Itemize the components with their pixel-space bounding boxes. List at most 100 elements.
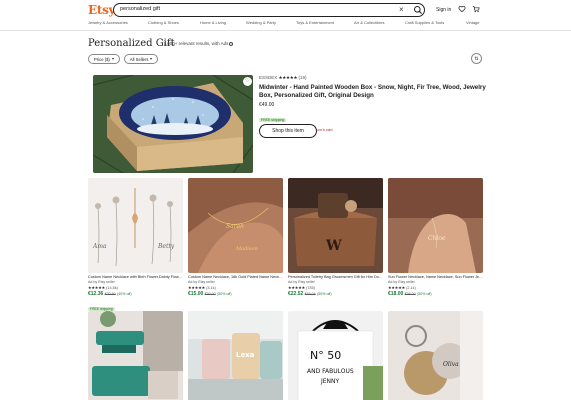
product-title[interactable]: Personalized Toiletry Bag Groomsmen Gift…: [288, 275, 383, 279]
product-price: €22.52: [288, 291, 304, 297]
product-rating: ★★★★★ (2,1k): [388, 285, 483, 290]
nav-toys[interactable]: Toys & Entertainment: [296, 20, 334, 25]
product-seller: Ad by Etsy seller: [288, 280, 315, 284]
product-price-line: €15.00 €30.00 (50% off): [188, 291, 283, 297]
svg-text:Sarah: Sarah: [226, 223, 244, 230]
svg-text:Betty: Betty: [157, 243, 175, 250]
header-divider: [0, 30, 571, 31]
etsy-logo[interactable]: Etsy: [88, 3, 116, 17]
product-discount: (50% off): [217, 292, 232, 296]
toiletry-bag-illustration: W: [288, 178, 383, 273]
nav-vintage[interactable]: Vintage: [466, 20, 480, 25]
product-image[interactable]: [88, 311, 183, 400]
mug-text: Lexa: [236, 351, 255, 359]
heat-press-illustration: [88, 311, 183, 400]
svg-text:W: W: [325, 238, 342, 254]
product-review-count: (3,1k): [206, 286, 216, 290]
shop-this-item-button[interactable]: Shop this item: [259, 124, 317, 138]
product-discount: (50% off): [317, 292, 332, 296]
product-discount: (50% off): [417, 292, 432, 296]
svg-text:Ama: Ama: [92, 243, 107, 250]
keyring-illustration: Oliva: [388, 311, 483, 400]
product-card[interactable]: Sarah Madison Custom Name Necklace, 18k …: [188, 178, 283, 297]
product-image[interactable]: Lexa: [188, 311, 283, 400]
product-title[interactable]: Custom Name Necklace, 18k Gold Plated Na…: [188, 275, 283, 279]
product-card[interactable]: Lexa: [188, 311, 283, 400]
category-nav: Jewelry & Accessories Clothing & Shoes H…: [0, 20, 571, 28]
product-image[interactable]: Sarah Madison: [188, 178, 283, 273]
filter-bar: Price ($) All Sellers: [88, 54, 159, 64]
featured-favorite-heart-icon[interactable]: ♡: [243, 77, 252, 86]
featured-review-count: (19): [298, 75, 307, 80]
signin-link[interactable]: Sign in: [436, 7, 451, 13]
nav-home-living[interactable]: Home & Living: [200, 20, 226, 25]
product-image[interactable]: N° 50 AND FABULOUS JENNY: [288, 311, 383, 400]
product-image[interactable]: Ama Betty: [88, 178, 183, 273]
nav-art[interactable]: Art & Collectibles: [354, 20, 384, 25]
sellers-filter[interactable]: All Sellers: [123, 54, 159, 64]
featured-shop-name[interactable]: ESSDEX: [259, 75, 277, 80]
results-count: (1,000+ relevant results, with Ads: [162, 41, 234, 46]
product-rating: ★★★★★ (14,5k): [88, 285, 183, 290]
wooden-box-illustration: [93, 75, 253, 173]
product-seller: Ad by Etsy seller: [88, 280, 115, 284]
cart-icon[interactable]: [472, 5, 480, 13]
product-orig-price: €30.00: [204, 292, 216, 296]
product-title[interactable]: Custom Name Necklace with Birth Flower,D…: [88, 275, 183, 279]
nav-jewelry[interactable]: Jewelry & Accessories: [88, 20, 128, 25]
product-image[interactable]: Oliva: [388, 311, 483, 400]
product-image[interactable]: W: [288, 178, 383, 273]
product-card[interactable]: W Personalized Toiletry Bag Groomsmen Gi…: [288, 178, 383, 297]
product-stars: ★★★★★: [288, 286, 306, 290]
product-card[interactable]: [88, 311, 183, 400]
product-image[interactable]: Chloe: [388, 178, 483, 273]
price-filter[interactable]: Price ($): [88, 54, 120, 64]
favorites-heart-icon[interactable]: [458, 5, 466, 13]
product-rating: ★★★★★ (3,1k): [188, 285, 283, 290]
product-price-line: €18.00 €36.00 (50% off): [388, 291, 483, 297]
product-card[interactable]: Chloe Sun Flower Necklace, Name Necklace…: [388, 178, 483, 297]
nav-clothing[interactable]: Clothing & Shoes: [148, 20, 179, 25]
product-title[interactable]: Sun Flower Necklace, Name Necklace, Sun …: [388, 275, 483, 279]
featured-image[interactable]: [93, 75, 253, 173]
nav-wedding-party[interactable]: Wedding & Party: [246, 20, 276, 25]
clear-search-icon[interactable]: ×: [399, 5, 404, 14]
product-review-count: (2,1k): [406, 286, 416, 290]
product-orig-price: €45.04: [304, 292, 316, 296]
svg-text:N° 50: N° 50: [310, 349, 341, 362]
nav-craft[interactable]: Craft Supplies & Tools: [405, 20, 444, 25]
product-rating: ★★★★★ (785): [288, 285, 383, 290]
svg-text:JENNY: JENNY: [320, 378, 340, 385]
svg-text:Madison: Madison: [235, 246, 258, 252]
product-card[interactable]: Oliva: [388, 311, 483, 400]
product-orig-price: €20.60: [104, 292, 116, 296]
gift-bag-illustration: N° 50 AND FABULOUS JENNY: [288, 311, 383, 400]
product-card[interactable]: N° 50 AND FABULOUS JENNY: [288, 311, 383, 400]
product-stars: ★★★★★: [188, 286, 206, 290]
product-seller: Ad by Etsy seller: [188, 280, 215, 284]
sort-button[interactable]: ⇅: [471, 53, 482, 64]
mugs-illustration: Lexa: [188, 311, 283, 400]
product-price-line: €22.52 €45.04 (50% off): [288, 291, 383, 297]
product-price-line: €12.36 €20.60 (40% off): [88, 291, 183, 297]
price-filter-label: Price ($): [94, 56, 110, 62]
search-icon[interactable]: [413, 5, 423, 15]
product-orig-price: €36.00: [404, 292, 416, 296]
product-price: €12.36: [88, 291, 104, 297]
info-icon[interactable]: [229, 41, 234, 46]
product-review-count: (785): [306, 286, 315, 290]
featured-shipping-badge: FREE shipping: [259, 118, 287, 122]
product-seller: Ad by Etsy seller: [388, 280, 415, 284]
search-bar[interactable]: personalized gift ×: [113, 3, 425, 17]
product-stars: ★★★★★: [388, 286, 406, 290]
product-price: €15.00: [188, 291, 204, 297]
svg-text:Chloe: Chloe: [428, 235, 446, 242]
featured-title[interactable]: Midwinter - Hand Painted Wooden Box - Sn…: [259, 84, 489, 100]
gold-necklace-illustration: Sarah Madison: [188, 178, 283, 273]
featured-price: €49.00: [259, 102, 275, 108]
product-discount: (40% off): [117, 292, 132, 296]
product-card[interactable]: Ama Betty Custom Name Necklace with Birt…: [88, 178, 183, 315]
search-input[interactable]: personalized gift: [120, 6, 160, 12]
keyring-text: Oliva: [443, 361, 459, 368]
featured-stars: ★★★★★: [278, 75, 298, 80]
